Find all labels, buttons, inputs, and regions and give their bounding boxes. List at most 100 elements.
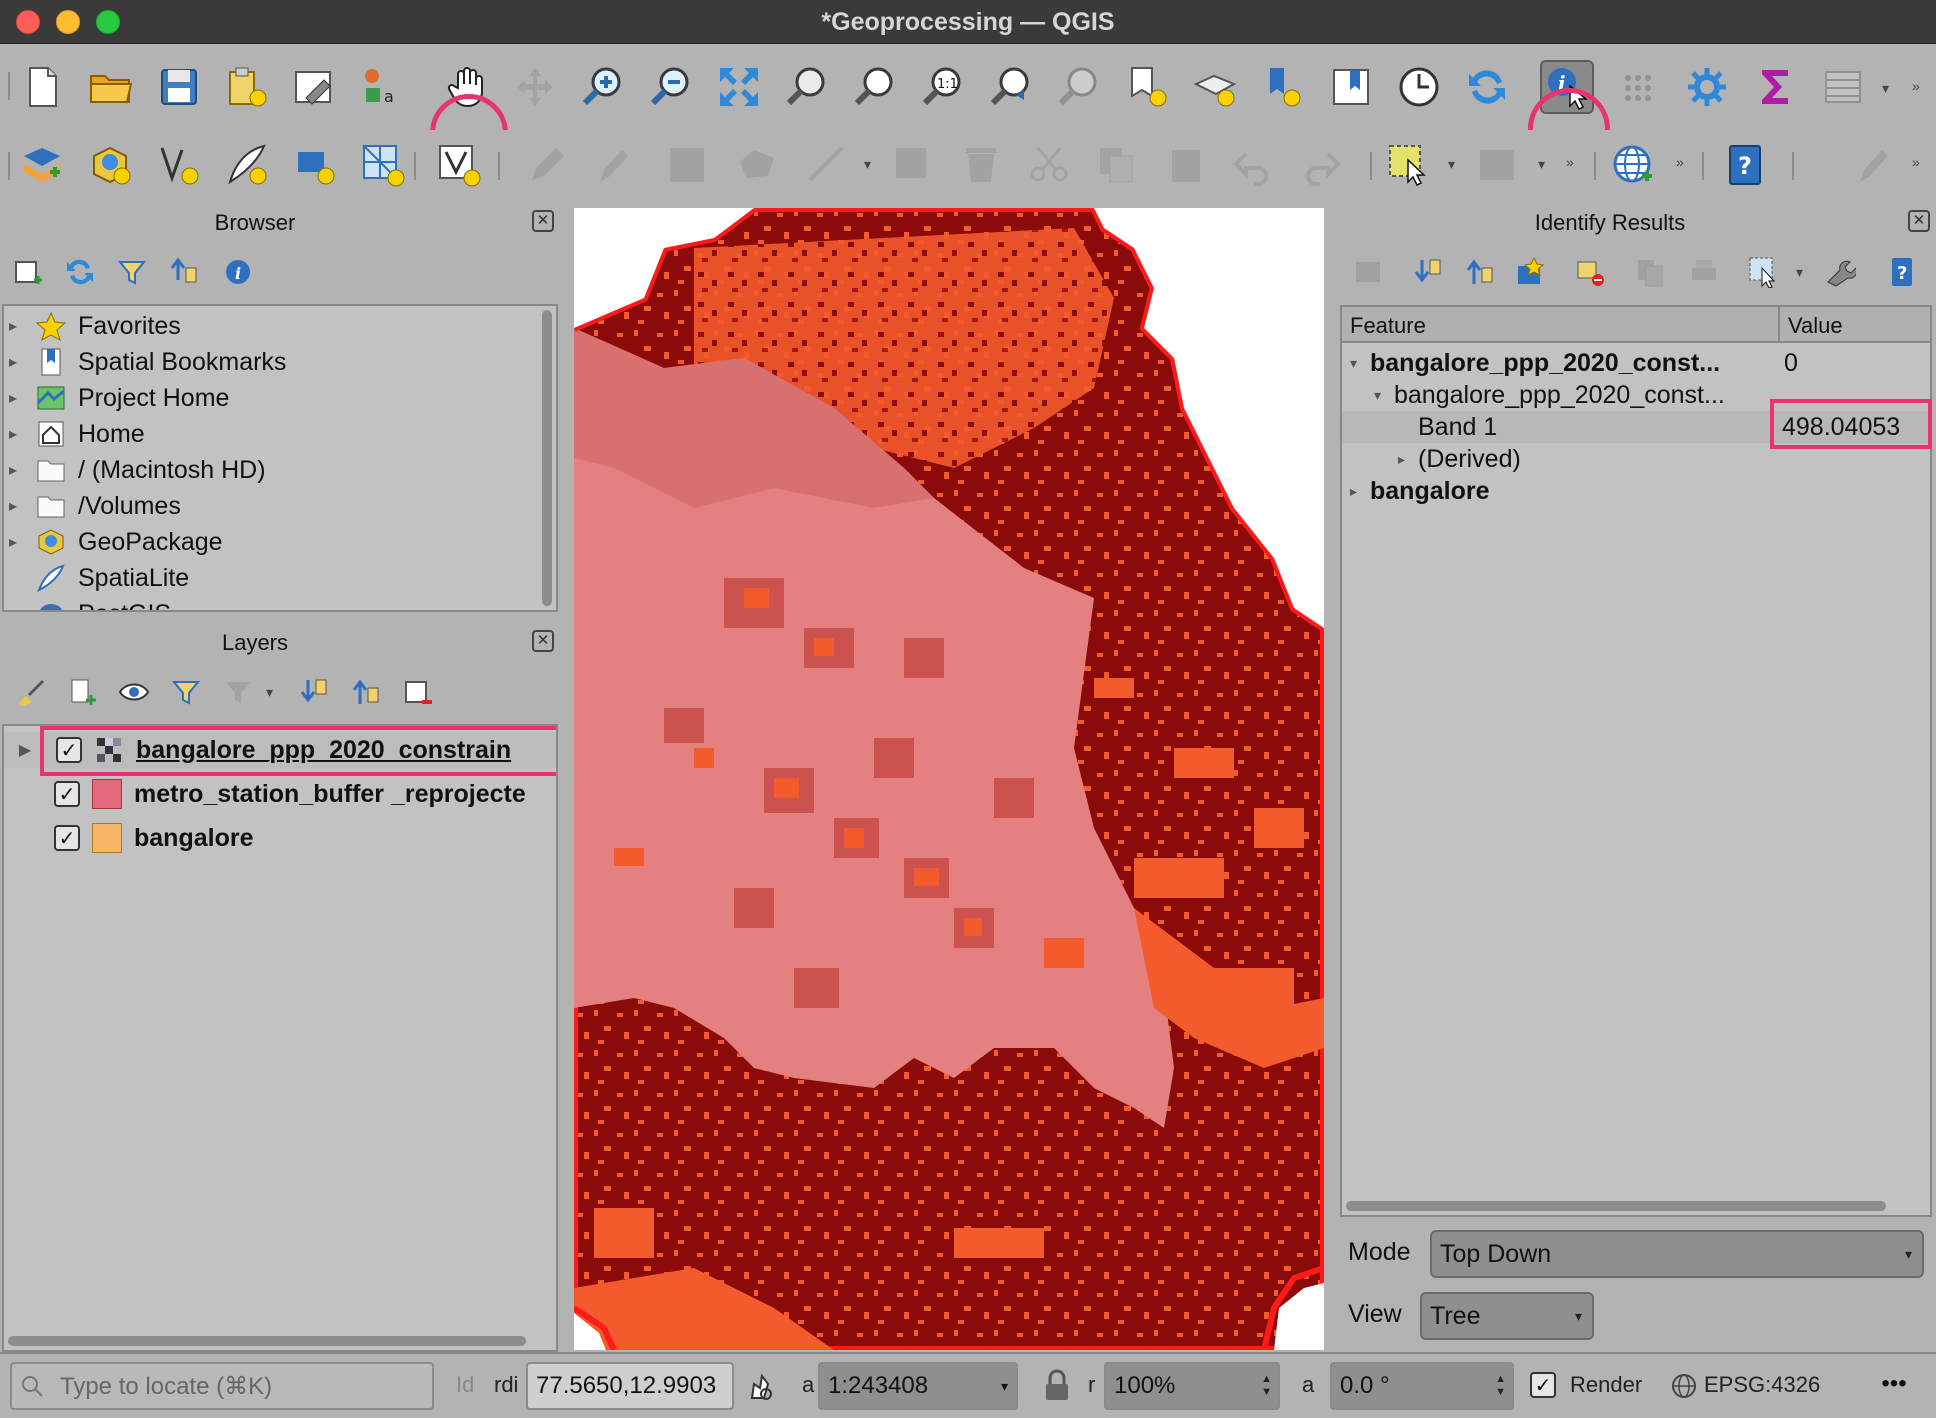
identify-horizontal-scrollbar[interactable] — [1346, 1201, 1886, 1211]
feature-column-header[interactable]: Feature — [1350, 313, 1426, 339]
render-checkbox[interactable]: ✓ — [1530, 1372, 1556, 1398]
layer-visibility-checkbox[interactable]: ✓ — [56, 737, 82, 763]
delete-selected-button[interactable] — [954, 138, 1008, 192]
spin-arrows-icon[interactable]: ▲ ▼ — [1495, 1373, 1506, 1399]
show-bookmarks-button[interactable] — [1324, 60, 1378, 114]
settings-button[interactable] — [1680, 60, 1734, 114]
refresh-browser-button[interactable] — [62, 254, 98, 290]
chevron-down-icon[interactable]: ▾ — [1796, 264, 1803, 281]
collapse-all-layers-button[interactable] — [348, 674, 384, 710]
undo-button[interactable] — [1226, 138, 1280, 192]
expand-all-results-button[interactable] — [1410, 254, 1446, 290]
browser-scrollbar[interactable] — [542, 310, 552, 606]
result-row-bangalore[interactable]: ▸ bangalore — [1342, 475, 1930, 507]
collapse-arrow-icon[interactable]: ▾ — [1350, 355, 1357, 372]
browser-item-macintosh-hd[interactable]: ▸ / (Macintosh HD) — [4, 452, 266, 488]
zoom-to-selection-button[interactable] — [780, 60, 834, 114]
locator-search-input[interactable]: Type to locate (⌘K) — [10, 1362, 434, 1410]
scale-select[interactable]: 1:243408 ▾ — [818, 1362, 1018, 1410]
browser-item-project-home[interactable]: ▸ Project Home — [4, 380, 229, 416]
coordinate-field[interactable]: 77.5650,12.9903 — [526, 1362, 734, 1410]
expand-arrow-icon[interactable]: ▸ — [1350, 483, 1357, 500]
manage-map-themes-button[interactable] — [116, 674, 152, 710]
browser-item-postgis[interactable]: PostGIS — [4, 596, 171, 610]
expand-arrow-icon[interactable]: ▸ — [4, 316, 22, 336]
close-identify-panel-button[interactable]: ✕ — [1908, 210, 1930, 232]
new-shapefile-layer-button[interactable] — [152, 138, 206, 192]
layers-horizontal-scrollbar[interactable] — [8, 1336, 526, 1346]
browser-tree[interactable]: ▸ Favorites ▸ Spatial Bookmarks ▸ Projec… — [2, 304, 558, 612]
measure-button[interactable] — [1614, 60, 1668, 114]
browser-item-home[interactable]: ▸ Home — [4, 416, 145, 452]
style-manager-button[interactable]: a — [354, 60, 408, 114]
browser-item-spatial-bookmarks[interactable]: ▸ Spatial Bookmarks — [4, 344, 286, 380]
new-print-layout-button[interactable] — [220, 60, 274, 114]
add-selected-layers-button[interactable] — [10, 254, 46, 290]
chevron-down-icon[interactable]: ▾ — [864, 156, 871, 173]
open-attribute-table-button[interactable] — [1470, 138, 1524, 192]
attribute-table-button[interactable] — [1816, 60, 1870, 114]
identify-features-button[interactable]: i — [1540, 60, 1594, 114]
toolbar-overflow-icon[interactable]: » — [1566, 154, 1574, 170]
paste-features-button[interactable] — [1160, 138, 1214, 192]
zoom-native-resolution-button[interactable]: 1:1 — [916, 60, 970, 114]
layer-visibility-checkbox[interactable]: ✓ — [54, 781, 80, 807]
rotation-spinbox[interactable]: 0.0 ° ▲ ▼ — [1330, 1362, 1514, 1410]
expand-arrow-icon[interactable]: ▸ — [4, 460, 22, 480]
new-spatial-bookmark-button[interactable] — [1120, 60, 1174, 114]
browser-item-geopackage[interactable]: ▸ GeoPackage — [4, 524, 223, 560]
identify-help-button[interactable]: ? — [1884, 254, 1920, 290]
new-temporary-layer-button[interactable] — [432, 138, 486, 192]
layer-item-metro-station-buffer[interactable]: ✓ metro_station_buffer _reprojecte — [4, 776, 526, 812]
zoom-last-button[interactable] — [984, 60, 1038, 114]
zoom-full-button[interactable] — [712, 60, 766, 114]
redo-button[interactable] — [1294, 138, 1348, 192]
spin-arrows-icon[interactable]: ▲ ▼ — [1261, 1373, 1272, 1399]
browser-item-volumes[interactable]: ▸ /Volumes — [4, 488, 181, 524]
chevron-down-icon[interactable]: ▾ — [1882, 80, 1889, 97]
chevron-down-icon[interactable]: ▾ — [266, 684, 273, 701]
new-spatialite-layer-button[interactable] — [220, 138, 274, 192]
value-column-header[interactable]: Value — [1788, 313, 1843, 339]
map-canvas[interactable] — [574, 208, 1324, 1350]
new-mesh-layer-button[interactable] — [356, 138, 410, 192]
zoom-to-layer-button[interactable] — [848, 60, 902, 114]
add-wms-layer-button[interactable] — [1606, 138, 1660, 192]
show-spatial-bookmarks-button[interactable] — [1188, 60, 1242, 114]
identify-selection-mode-button[interactable] — [1746, 254, 1782, 290]
close-layers-panel-button[interactable]: ✕ — [532, 630, 554, 652]
layout-manager-button[interactable] — [288, 60, 342, 114]
collapse-arrow-icon[interactable]: ▾ — [1374, 387, 1381, 404]
toolbar-overflow-icon[interactable]: » — [1676, 154, 1684, 170]
expand-tree-button[interactable] — [1350, 254, 1386, 290]
identify-settings-button[interactable] — [1822, 254, 1858, 290]
edits-button[interactable] — [520, 138, 574, 192]
copy-features-button[interactable] — [1090, 138, 1144, 192]
data-source-manager-button[interactable] — [16, 138, 70, 192]
crs-label[interactable]: EPSG:4326 — [1704, 1372, 1820, 1398]
result-row-layer[interactable]: ▾ bangalore_ppp_2020_const... 0 — [1342, 347, 1930, 379]
add-group-button[interactable] — [64, 674, 100, 710]
new-virtual-layer-button[interactable] — [288, 138, 342, 192]
zoom-out-button[interactable] — [644, 60, 698, 114]
result-row-band[interactable]: Band 1 498.04053 — [1342, 411, 1930, 443]
messages-icon[interactable]: ••• — [1874, 1366, 1914, 1406]
pan-to-selection-button[interactable] — [508, 60, 562, 114]
open-project-button[interactable] — [84, 60, 138, 114]
new-project-button[interactable] — [16, 60, 70, 114]
help-button[interactable]: ? — [1718, 138, 1772, 192]
toolbar-overflow-icon[interactable]: » — [1912, 78, 1920, 94]
result-row-derived[interactable]: ▸ (Derived) — [1342, 443, 1930, 475]
toolbar-overflow-icon[interactable]: » — [1912, 154, 1920, 170]
layer-item-bangalore[interactable]: ✓ bangalore — [4, 820, 253, 856]
collapse-all-button[interactable] — [166, 254, 202, 290]
collapse-all-results-button[interactable] — [1462, 254, 1498, 290]
toggle-editing-button[interactable] — [586, 138, 640, 192]
result-row-feature[interactable]: ▾ bangalore_ppp_2020_const... — [1342, 379, 1930, 411]
expand-arrow-icon[interactable]: ▸ — [4, 352, 22, 372]
statistical-summary-button[interactable] — [1748, 60, 1802, 114]
expand-arrow-icon[interactable]: ▶ — [16, 740, 34, 760]
close-browser-panel-button[interactable]: ✕ — [532, 210, 554, 232]
expand-all-button[interactable] — [296, 674, 332, 710]
highlight-features-button[interactable] — [1512, 254, 1548, 290]
